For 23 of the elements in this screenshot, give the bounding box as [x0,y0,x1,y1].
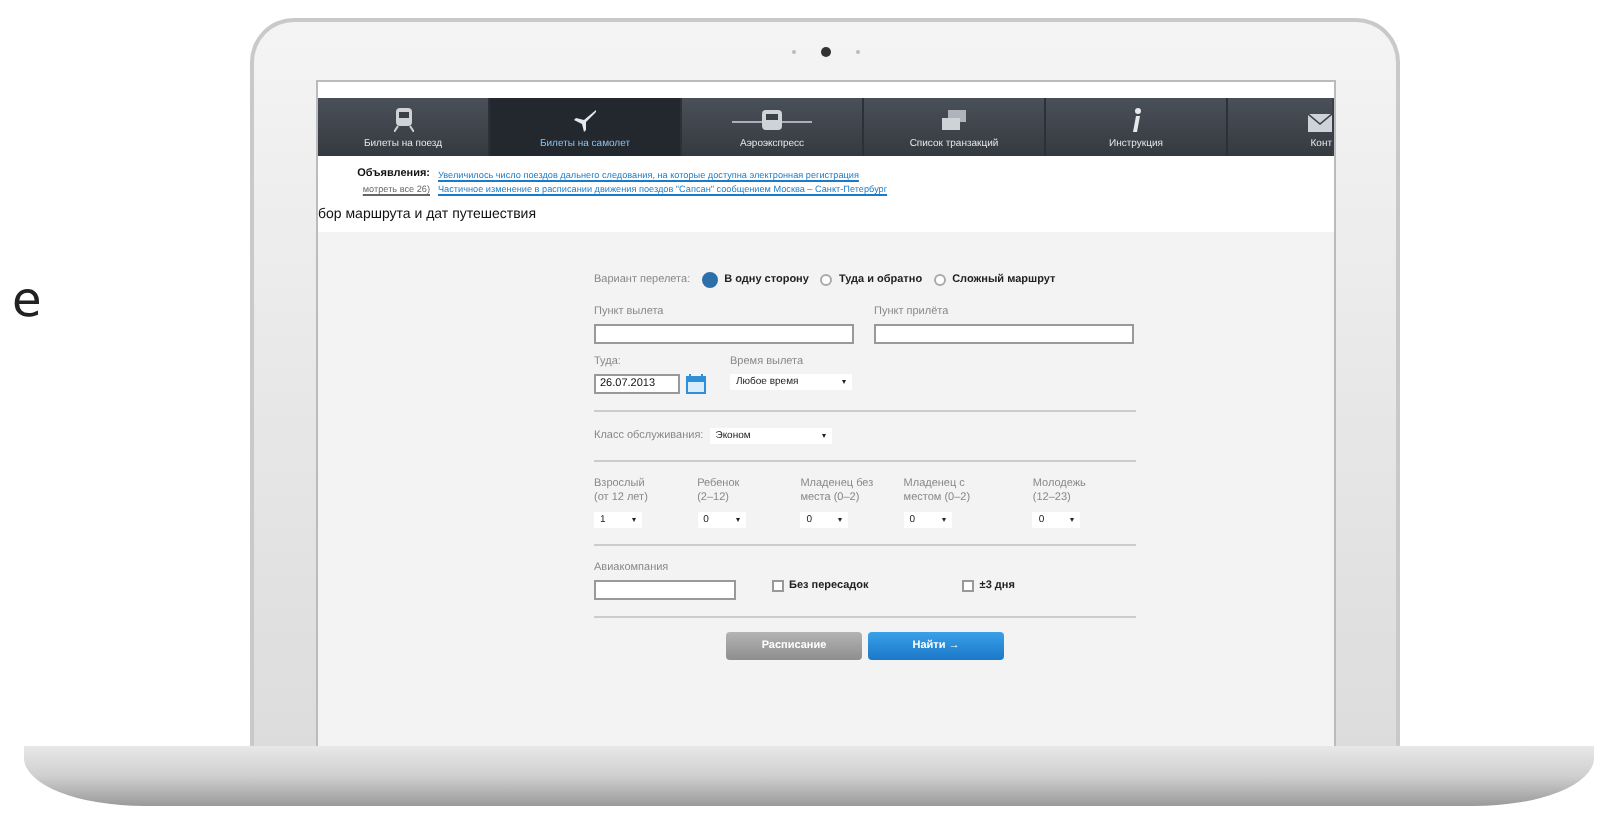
checkbox[interactable] [962,580,974,592]
caret-icon [735,518,740,522]
input-field[interactable] [874,324,1134,344]
caret-icon [842,380,846,384]
checkbox[interactable] [772,580,783,592]
page-text: е [12,272,42,328]
caret-icon [821,434,826,438]
train-icon [393,108,413,132]
camera-drawing [786,45,866,57]
info-icon [1130,108,1142,132]
caret-icon [838,518,843,522]
caret-icon [941,518,946,522]
calendar-icon[interactable] [686,374,706,394]
caret-icon [632,518,636,522]
radio-button[interactable] [702,272,719,288]
caret-icon [1070,518,1075,522]
cards-icon [942,110,966,132]
train-front-icon [732,108,812,132]
input-field[interactable] [594,580,736,600]
radio-button[interactable] [820,274,833,286]
airplane-icon [573,108,597,132]
radio-button[interactable] [934,274,947,286]
input-field[interactable] [594,324,854,344]
